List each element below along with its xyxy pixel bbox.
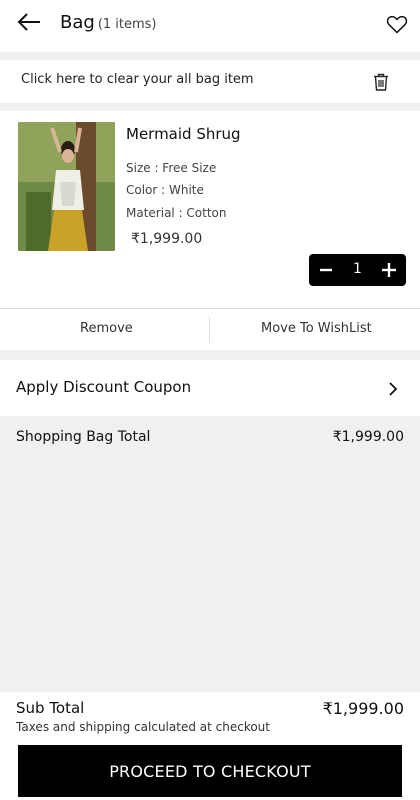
clear-bag-bar[interactable]: Click here to clear your all bag item xyxy=(0,60,420,103)
plus-icon xyxy=(382,263,396,277)
remove-button[interactable]: Remove xyxy=(80,321,133,336)
item-count: (1 items) xyxy=(97,17,157,32)
shopping-bag-total-value: ₹1,999.00 xyxy=(332,429,404,445)
bag-item-card: Mermaid Shrug Size : Free Size Color : W… xyxy=(0,111,420,350)
minus-icon xyxy=(320,268,332,272)
chevron-right-icon[interactable] xyxy=(388,381,398,397)
quantity-stepper: 1 xyxy=(309,254,406,286)
shopping-bag-total-label: Shopping Bag Total xyxy=(16,429,151,445)
decrease-quantity-button[interactable] xyxy=(311,254,341,286)
page-title: Bag (1 items) xyxy=(60,12,157,33)
actions-divider xyxy=(209,317,210,343)
heart-icon[interactable] xyxy=(385,12,409,36)
product-name[interactable]: Mermaid Shrug xyxy=(126,125,241,143)
product-color: Color : White xyxy=(126,183,204,197)
apply-coupon-row[interactable]: Apply Discount Coupon xyxy=(0,360,420,416)
back-arrow-icon[interactable] xyxy=(14,8,46,38)
tax-note: Taxes and shipping calculated at checkou… xyxy=(16,720,270,734)
move-to-wishlist-button[interactable]: Move To WishList xyxy=(261,321,372,336)
proceed-to-checkout-button[interactable]: PROCEED TO CHECKOUT xyxy=(18,745,402,797)
product-price: ₹1,999.00 xyxy=(131,231,203,247)
trash-icon[interactable] xyxy=(372,72,390,92)
checkout-footer: Sub Total ₹1,999.00 Taxes and shipping c… xyxy=(0,692,420,800)
clear-bag-text[interactable]: Click here to clear your all bag item xyxy=(21,72,254,87)
subtotal-value: ₹1,999.00 xyxy=(322,699,404,718)
subtotal-label: Sub Total xyxy=(16,699,85,717)
bag-title: Bag xyxy=(60,12,95,33)
product-image[interactable] xyxy=(18,122,115,251)
increase-quantity-button[interactable] xyxy=(374,254,404,286)
product-material: Material : Cotton xyxy=(126,206,227,220)
quantity-value: 1 xyxy=(353,261,362,277)
header: Bag (1 items) xyxy=(0,0,420,52)
item-actions: Remove Move To WishList xyxy=(0,308,420,350)
product-size: Size : Free Size xyxy=(126,161,217,175)
apply-coupon-label[interactable]: Apply Discount Coupon xyxy=(16,378,191,396)
